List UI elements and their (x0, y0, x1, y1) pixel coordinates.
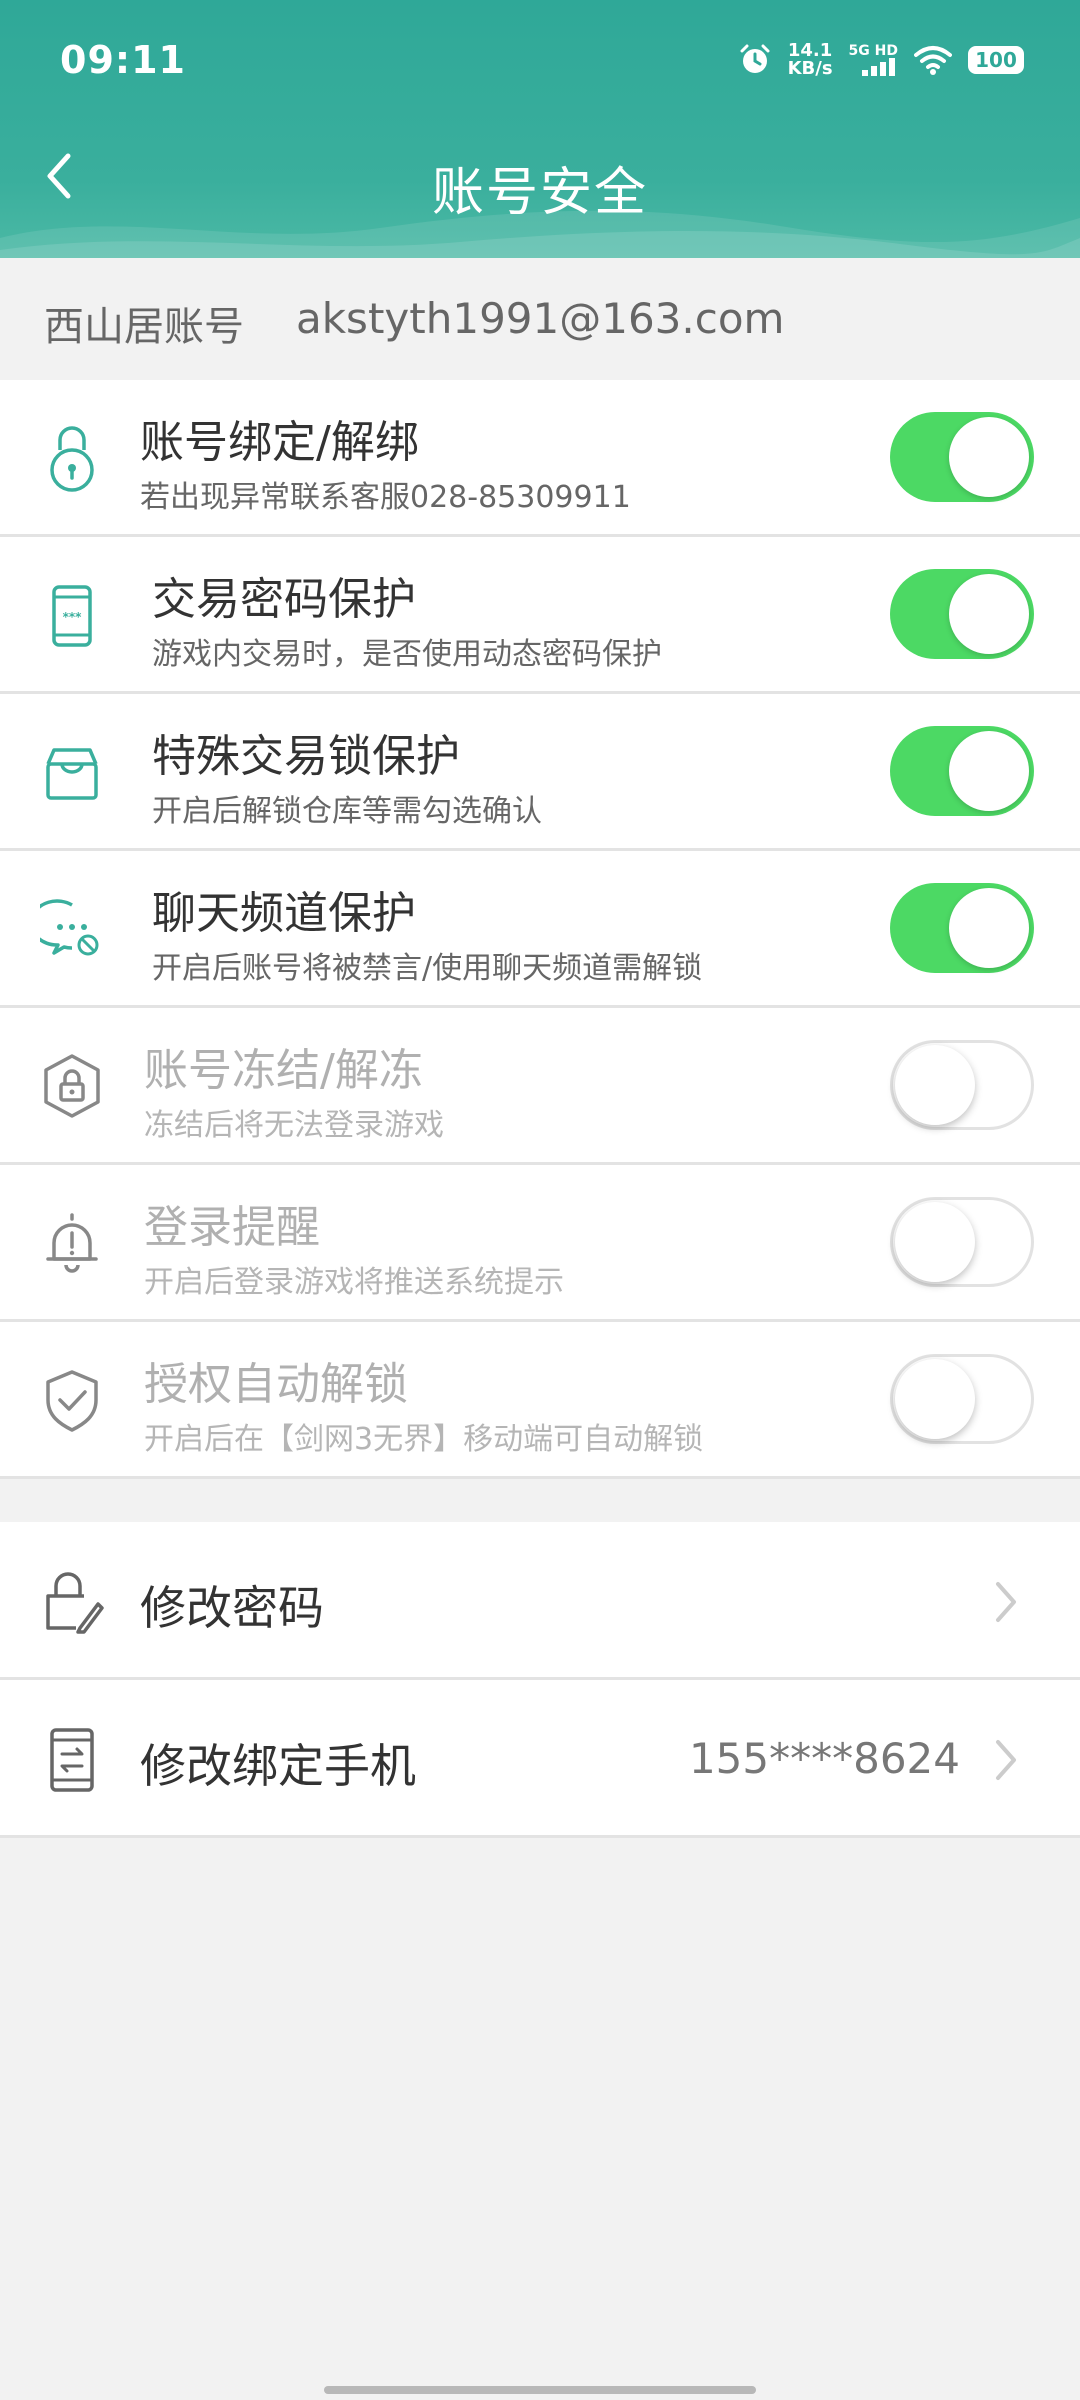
chat-ban-icon (40, 899, 99, 956)
status-bar: 09:11 14.1 KB/s 5G HD 100 (0, 0, 1080, 130)
nav-label: 修改密码 (140, 1581, 324, 1635)
toggle-title: 账号绑定/解绑 (140, 417, 419, 468)
toggle-desc: 游戏内交易时，是否使用动态密码保护 (152, 637, 662, 672)
chevron-right-icon (996, 1582, 1016, 1622)
storage-box-icon (46, 748, 98, 800)
wifi-icon (914, 46, 952, 75)
signal-bars-icon (862, 58, 895, 76)
svg-text:***: *** (63, 610, 83, 624)
toggle-desc: 开启后解锁仓库等需勾选确认 (152, 794, 542, 829)
lock-edit-icon (46, 1572, 104, 1634)
status-icons: 14.1 KB/s 5G HD 100 (738, 42, 1024, 78)
toggle-title: 聊天频道保护 (152, 888, 416, 939)
switch-knob (949, 574, 1029, 654)
nav-row-change-password[interactable]: 修改密码 (0, 1522, 1080, 1680)
switch-knob (949, 888, 1029, 968)
status-time: 09:11 (60, 38, 186, 82)
toggle-title: 特殊交易锁保护 (152, 731, 460, 782)
toggle-row-chat-protection: 聊天频道保护 开启后账号将被禁言/使用聊天频道需解锁 (0, 851, 1080, 1008)
toggle-desc: 开启后在【剑网3无界】移动端可自动解锁 (144, 1422, 704, 1457)
page-title: 账号安全 (431, 163, 648, 223)
toggle-desc: 开启后登录游戏将推送系统提示 (144, 1265, 564, 1300)
account-freeze-switch[interactable] (890, 1040, 1034, 1130)
trade-password-switch[interactable] (890, 569, 1034, 659)
alarm-icon (740, 44, 770, 73)
toggle-row-auto-unlock: 授权自动解锁 开启后在【剑网3无界】移动端可自动解锁 (0, 1322, 1080, 1479)
switch-knob (895, 1202, 975, 1282)
toggle-row-login-reminder: 登录提醒 开启后登录游戏将推送系统提示 (0, 1165, 1080, 1322)
phone-swap-icon (50, 1728, 94, 1792)
chat-protection-switch[interactable] (890, 883, 1034, 973)
switch-knob (949, 731, 1029, 811)
auto-unlock-switch[interactable] (890, 1354, 1034, 1444)
hex-lock-icon (44, 1054, 100, 1118)
toggle-title: 授权自动解锁 (144, 1359, 408, 1410)
special-trade-lock-switch[interactable] (890, 726, 1034, 816)
chevron-right-icon (996, 1740, 1016, 1780)
nav-row-change-phone[interactable]: 修改绑定手机 155****8624 (0, 1680, 1080, 1838)
lock-icon (50, 426, 94, 492)
home-indicator[interactable] (324, 2386, 756, 2394)
toggle-title: 登录提醒 (144, 1202, 320, 1253)
switch-knob (949, 417, 1029, 497)
toggle-title: 账号冻结/解冻 (144, 1045, 423, 1096)
battery-indicator: 100 (968, 46, 1024, 74)
account-binding-switch[interactable] (890, 412, 1034, 502)
bound-phone-number: 155****8624 (688, 1734, 960, 1783)
bell-alert-icon (46, 1213, 98, 1273)
security-toggle-list: 账号绑定/解绑 若出现异常联系客服028-85309911 *** 交易密码保护… (0, 380, 1080, 1479)
net-speed: 14.1 KB/s (788, 42, 833, 78)
toggle-row-special-trade-lock: 特殊交易锁保护 开启后解锁仓库等需勾选确认 (0, 694, 1080, 851)
shield-check-icon (46, 1370, 98, 1432)
toggle-row-account-binding: 账号绑定/解绑 若出现异常联系客服028-85309911 (0, 380, 1080, 537)
cellular-signal: 5G HD (849, 44, 898, 76)
phone-password-icon: *** (52, 585, 92, 647)
toggle-row-account-freeze: 账号冻结/解冻 冻结后将无法登录游戏 (0, 1008, 1080, 1165)
toggle-row-trade-password: *** 交易密码保护 游戏内交易时，是否使用动态密码保护 (0, 537, 1080, 694)
toggle-desc: 若出现异常联系客服028-85309911 (140, 480, 631, 515)
nav-label: 修改绑定手机 (140, 1739, 416, 1793)
login-reminder-switch[interactable] (890, 1197, 1034, 1287)
account-nav-list: 修改密码 修改绑定手机 155****8624 (0, 1522, 1080, 1838)
toggle-title: 交易密码保护 (152, 574, 416, 625)
switch-knob (895, 1359, 975, 1439)
network-type: 5G HD (848, 43, 898, 59)
account-label: 西山居账号 (44, 304, 244, 350)
toggle-desc: 冻结后将无法登录游戏 (144, 1108, 444, 1143)
switch-knob (895, 1045, 975, 1125)
toggle-desc: 开启后账号将被禁言/使用聊天频道需解锁 (152, 951, 703, 986)
account-email: akstyth1991@163.com (296, 294, 785, 343)
net-speed-unit: KB/s (787, 58, 833, 79)
